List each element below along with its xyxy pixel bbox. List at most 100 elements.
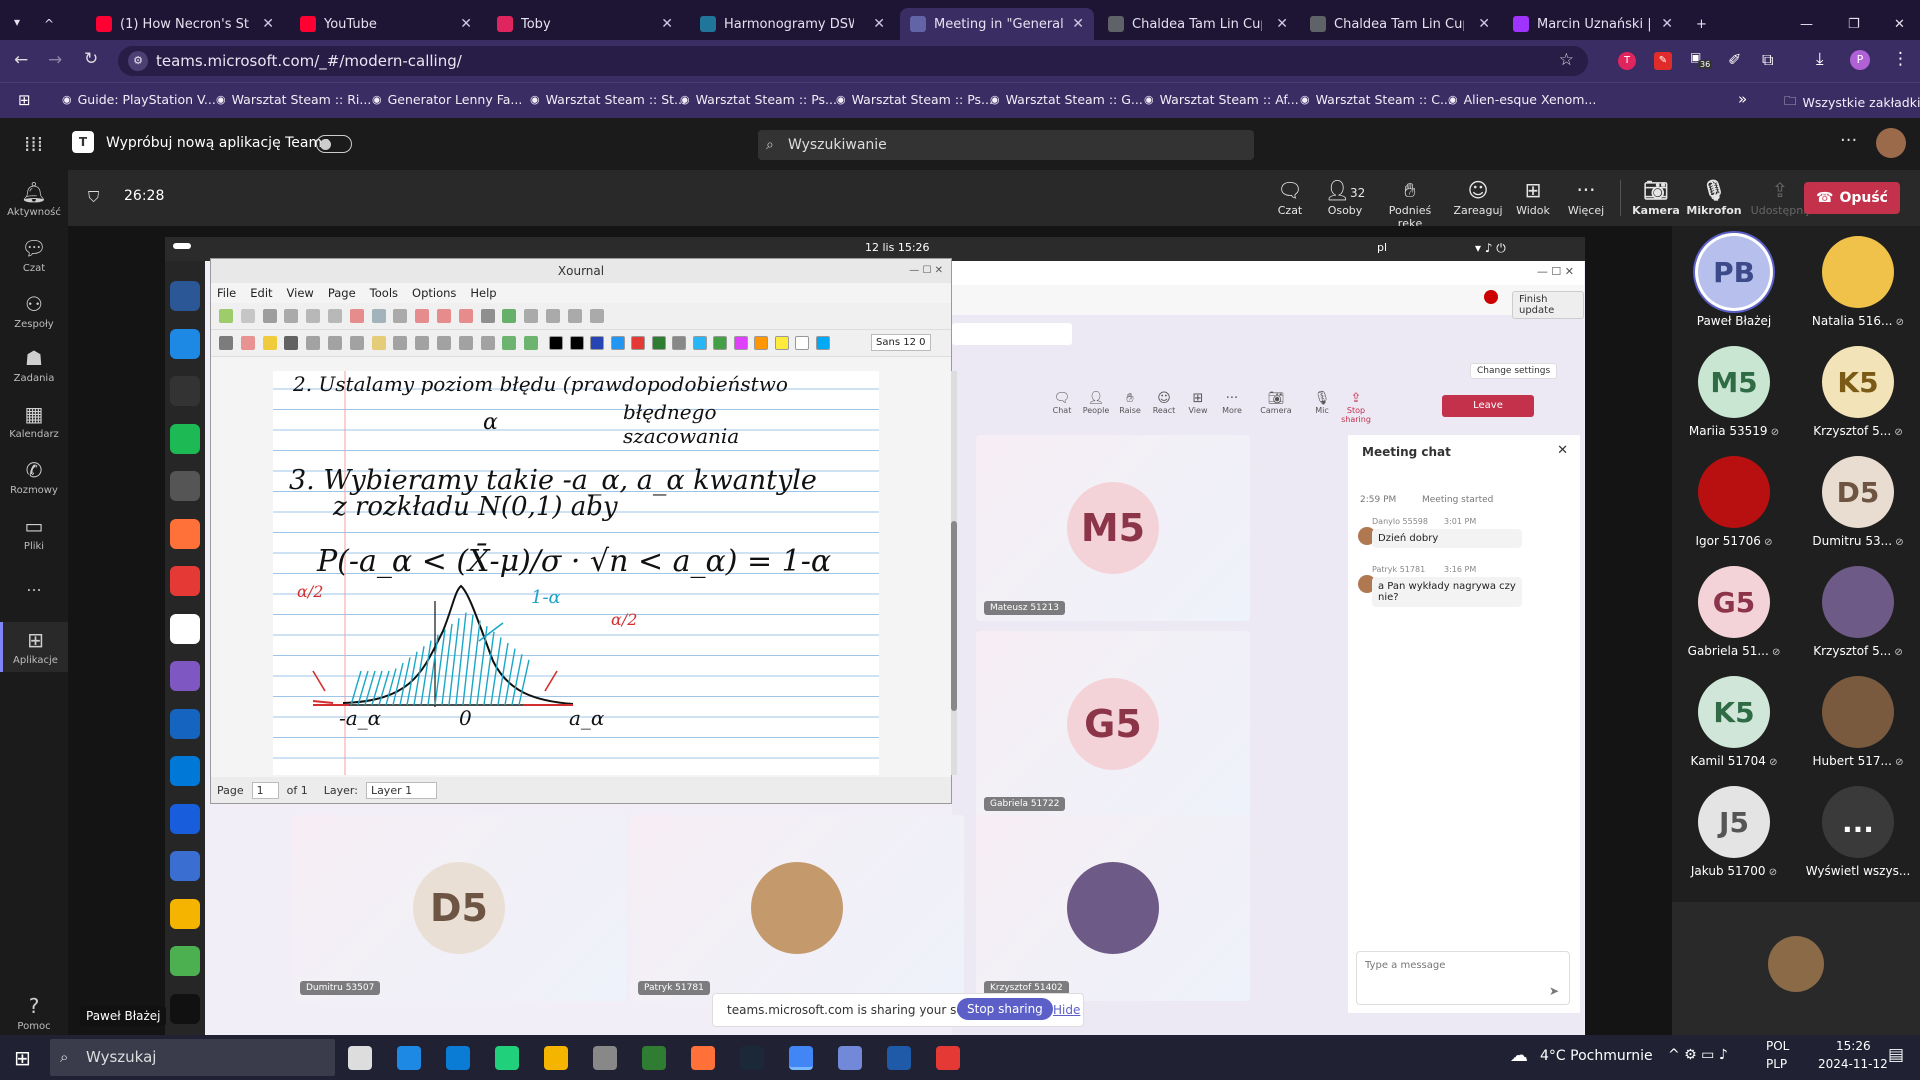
toolbar-tool-icon[interactable] xyxy=(393,336,408,350)
puzzle-icon[interactable]: ⧉ xyxy=(1762,50,1773,70)
inner-control[interactable]: ⇪ Stop sharing xyxy=(1336,391,1376,424)
hide-link[interactable]: Hide xyxy=(1053,1003,1080,1017)
toolbar-tool-icon[interactable] xyxy=(284,309,299,323)
close-tab-icon[interactable]: ✕ xyxy=(1478,16,1490,32)
mic-button[interactable]: 🎙︎ Mikrofon xyxy=(1682,178,1746,217)
color-swatch[interactable] xyxy=(692,336,707,350)
toolbar-tool-icon[interactable] xyxy=(480,336,495,350)
toolbar-tool-icon[interactable] xyxy=(502,336,517,350)
toolbar-tool-icon[interactable] xyxy=(567,309,582,323)
change-settings-button[interactable]: Change settings xyxy=(1470,363,1558,379)
toolbar-tool-icon[interactable] xyxy=(219,336,233,350)
windows-start-icon[interactable]: ⊞ xyxy=(14,1046,31,1070)
raise-hand-button[interactable]: ✋︎ Podnieś rękę xyxy=(1375,178,1445,230)
color-swatch[interactable] xyxy=(569,336,584,350)
clock-time[interactable]: 15:26 xyxy=(1836,1039,1871,1053)
dock-app-icon[interactable] xyxy=(170,708,200,739)
toolbar-tool-icon[interactable] xyxy=(458,336,473,350)
color-swatch[interactable] xyxy=(590,336,604,350)
dock-app-icon[interactable] xyxy=(170,851,200,881)
taskbar-search[interactable]: ⌕ Wyszukaj xyxy=(50,1039,335,1076)
browser-tab[interactable]: Harmonogramy DSW - P ✕ xyxy=(690,8,895,40)
toolbar-tool-icon[interactable] xyxy=(371,309,386,323)
color-swatch[interactable] xyxy=(774,336,789,350)
toolbar-tool-icon[interactable] xyxy=(240,309,255,323)
pen-icon[interactable]: ✐ xyxy=(1728,50,1741,69)
weather-text[interactable]: 4°C Pochmurnie xyxy=(1540,1048,1653,1064)
bookmark-item[interactable]: ◉ Warsztat Steam :: Af... xyxy=(1144,92,1299,107)
react-button[interactable]: ☺ Zareaguj xyxy=(1448,178,1508,217)
extension-icon[interactable]: T xyxy=(1618,52,1636,70)
color-swatch[interactable] xyxy=(713,336,727,350)
notification-icon[interactable]: ▤ xyxy=(1888,1045,1904,1065)
taskbar-app-icon[interactable] xyxy=(789,1046,813,1070)
color-swatch[interactable] xyxy=(795,336,809,350)
finish-update-button[interactable]: Finish update xyxy=(1512,291,1584,319)
taskbar-app-icon[interactable] xyxy=(936,1046,960,1070)
stop-sharing-button[interactable]: Stop sharing xyxy=(957,998,1053,1020)
note-page[interactable]: 2. Ustalamy poziom błędu (prawdopodobień… xyxy=(273,371,879,775)
menu-item[interactable]: File xyxy=(217,283,236,303)
close-tab-icon[interactable]: ✕ xyxy=(661,16,673,32)
dock-app-icon[interactable] xyxy=(170,281,200,311)
people-button[interactable]: 👤︎32 Osoby xyxy=(1315,178,1375,217)
rail-teams[interactable]: ⚇ Zespoły xyxy=(0,292,68,330)
extension-icon[interactable]: ✎ xyxy=(1654,52,1672,70)
rail-apps[interactable]: ⊞ Aplikacje xyxy=(0,622,68,672)
chat-button[interactable]: 🗨︎ Czat xyxy=(1265,178,1315,217)
dock-app-icon[interactable] xyxy=(170,566,200,596)
message-input[interactable]: Type a message ➤ xyxy=(1356,951,1570,1005)
participant-card[interactable]: D5 Dumitru 53... ⊘ xyxy=(1796,456,1920,548)
menu-item[interactable]: View xyxy=(287,283,314,303)
browser-tab[interactable]: YouTube ✕ xyxy=(290,8,482,40)
extension-icon[interactable]: ▣ 36 xyxy=(1690,50,1713,69)
bookmark-item[interactable]: ◉ Generator Lenny Fa... xyxy=(372,92,522,107)
rail-calls[interactable]: ✆ Rozmowy xyxy=(0,458,68,496)
dock-app-icon[interactable] xyxy=(170,376,200,406)
participant-card[interactable]: J5 Jakub 51700 ⊘ xyxy=(1672,786,1796,878)
close-icon[interactable]: ✕ xyxy=(1557,443,1568,458)
toolbar-tool-icon[interactable] xyxy=(437,336,451,350)
taskbar-app-icon[interactable] xyxy=(887,1046,911,1070)
page-spinner[interactable]: 1 xyxy=(251,781,279,799)
toolbar-tool-icon[interactable] xyxy=(306,309,321,323)
toolbar-tool-icon[interactable] xyxy=(458,309,473,323)
dock-app-icon[interactable] xyxy=(170,471,200,501)
inner-search[interactable] xyxy=(952,323,1072,345)
color-swatch[interactable] xyxy=(754,336,768,350)
bookmark-item[interactable]: ◉ Warsztat Steam :: Ps... xyxy=(680,92,837,107)
download-icon[interactable]: ⤓ xyxy=(1816,49,1824,69)
browser-tab[interactable]: (1) How Necron's Stilling ✕ xyxy=(86,8,284,40)
toolbar-tool-icon[interactable] xyxy=(284,336,299,350)
participant-card[interactable]: Igor 51706 ⊘ xyxy=(1672,456,1796,548)
participant-card[interactable]: PB Paweł Błażej xyxy=(1672,236,1796,328)
taskbar-app-icon[interactable] xyxy=(642,1046,666,1070)
browser-tab[interactable]: Meeting in "General" ✕ xyxy=(900,8,1094,40)
tab-list-button[interactable]: ▾ xyxy=(8,6,32,38)
browser-tab[interactable]: Chaldea Tam Lin Cup - W ✕ xyxy=(1098,8,1298,40)
inner-control[interactable]: ··· More xyxy=(1212,391,1252,415)
rail-files[interactable]: ▭ Pliki xyxy=(0,514,68,552)
user-avatar[interactable] xyxy=(1876,128,1906,158)
toolbar-tool-icon[interactable] xyxy=(262,309,277,323)
toolbar-tool-icon[interactable] xyxy=(328,309,342,323)
back-icon[interactable]: ← xyxy=(14,50,28,70)
close-tab-icon[interactable]: ✕ xyxy=(460,16,472,32)
rail-calendar[interactable]: ▦ Kalendarz xyxy=(0,402,68,440)
camera-button[interactable]: 📷︎ Kamera xyxy=(1628,178,1684,217)
color-swatch[interactable] xyxy=(672,336,686,350)
participant-card[interactable]: ... Wyświetl wszys... xyxy=(1796,786,1920,878)
bookmark-star-icon[interactable]: ☆ xyxy=(1559,50,1574,70)
participant-card[interactable]: G5 Gabriela 51... ⊘ xyxy=(1672,566,1796,658)
taskbar-app-icon[interactable] xyxy=(838,1046,862,1070)
tray-icons[interactable]: ^ ⚙ ▭ ♪ xyxy=(1668,1047,1728,1063)
taskbar-app-icon[interactable] xyxy=(348,1046,372,1070)
taskbar-app-icon[interactable] xyxy=(593,1046,617,1070)
dock-app-icon[interactable] xyxy=(170,661,200,691)
toolbar-tool-icon[interactable] xyxy=(219,309,233,323)
toolbar-tool-icon[interactable] xyxy=(502,309,517,323)
menu-item[interactable]: Help xyxy=(470,283,496,303)
toolbar-tool-icon[interactable] xyxy=(262,336,277,350)
bookmark-item[interactable]: ◉ Warsztat Steam :: Ri... xyxy=(216,92,371,107)
dock-app-icon[interactable] xyxy=(170,993,200,1024)
